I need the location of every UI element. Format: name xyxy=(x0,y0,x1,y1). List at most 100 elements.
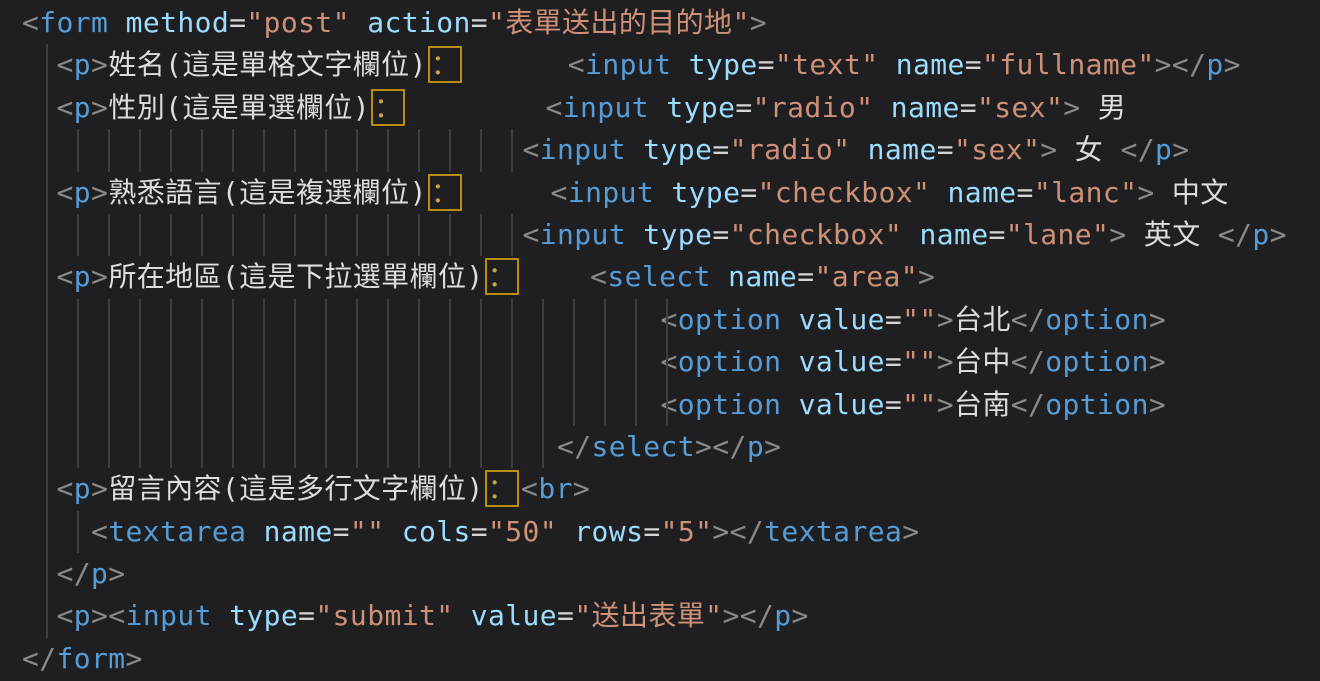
code-token: 中文 xyxy=(1155,176,1229,209)
unicode-highlight-box: ： xyxy=(485,470,519,507)
code-token: p xyxy=(74,91,91,124)
code-token: = xyxy=(229,6,246,39)
code-token: < xyxy=(590,260,607,293)
code-token: = xyxy=(960,91,977,124)
code-token xyxy=(22,260,57,293)
code-token: < xyxy=(57,260,74,293)
code-token xyxy=(781,303,798,336)
code-token: </ xyxy=(22,642,57,675)
code-token: "50" xyxy=(488,515,557,548)
code-token xyxy=(878,48,895,81)
code-token: = xyxy=(712,133,729,166)
code-token: > xyxy=(1109,218,1126,251)
code-token: "area" xyxy=(814,260,918,293)
code-token xyxy=(108,6,125,39)
code-line[interactable]: </select></p> xyxy=(22,426,1320,468)
code-token: > xyxy=(108,557,125,590)
code-token: > xyxy=(750,6,767,39)
code-token: type xyxy=(229,599,298,632)
code-token: 性別(這是單選欄位) xyxy=(108,91,370,124)
code-token: > xyxy=(91,48,108,81)
code-token xyxy=(22,388,661,421)
code-token: = xyxy=(965,48,982,81)
code-token: < xyxy=(568,48,585,81)
code-token: p xyxy=(1252,218,1269,251)
code-token: option xyxy=(678,345,782,378)
code-token: </ xyxy=(1011,388,1046,421)
code-line[interactable]: <p>性別(這是單選欄位)： <input type="radio" name=… xyxy=(22,87,1320,129)
unicode-highlight-box: ： xyxy=(428,174,462,211)
code-token xyxy=(626,133,643,166)
code-token: "" xyxy=(902,345,937,378)
code-token: = xyxy=(333,515,350,548)
code-token: 男 xyxy=(1081,91,1127,124)
code-token: </ xyxy=(1011,303,1046,336)
code-token: </ xyxy=(1218,218,1253,251)
code-line[interactable]: <option value="">台南</option> xyxy=(22,384,1320,426)
code-token xyxy=(521,260,590,293)
code-token xyxy=(930,176,947,209)
code-token: </ xyxy=(557,430,592,463)
code-token: >< xyxy=(91,599,126,632)
code-token: option xyxy=(1045,303,1149,336)
code-line[interactable]: <form method="post" action="表單送出的目的地"> xyxy=(22,2,1320,44)
code-token xyxy=(22,345,661,378)
code-token: 女 xyxy=(1058,133,1121,166)
code-token xyxy=(22,599,57,632)
code-editor[interactable]: <form method="post" action="表單送出的目的地"> <… xyxy=(0,0,1320,681)
code-line[interactable]: <textarea name="" cols="50" rows="5"></t… xyxy=(22,511,1320,553)
code-token xyxy=(22,472,57,505)
code-token: p xyxy=(747,430,764,463)
code-token: "post" xyxy=(246,6,350,39)
code-token: </ xyxy=(1011,345,1046,378)
code-token: "sex" xyxy=(977,91,1063,124)
code-line[interactable]: <p><input type="submit" value="送出表單"></p… xyxy=(22,595,1320,637)
code-token xyxy=(671,48,688,81)
code-token: = xyxy=(937,133,954,166)
code-token: "lane" xyxy=(1006,218,1110,251)
code-token: type xyxy=(666,91,735,124)
code-token: < xyxy=(57,599,74,632)
code-token: p xyxy=(74,176,91,209)
code-token: action xyxy=(367,6,471,39)
code-token: select xyxy=(607,260,711,293)
code-token: ></ xyxy=(695,430,747,463)
code-line[interactable]: <p>留言內容(這是多行文字欄位)：<br> xyxy=(22,468,1320,510)
code-line[interactable]: <option value="">台北</option> xyxy=(22,299,1320,341)
code-token xyxy=(22,133,522,166)
code-token xyxy=(22,176,57,209)
code-token: > xyxy=(918,260,935,293)
code-token: 熟悉語言(這是複選欄位) xyxy=(108,176,427,209)
code-token: < xyxy=(522,218,539,251)
code-token: option xyxy=(678,388,782,421)
code-token: "submit" xyxy=(315,599,453,632)
code-token: type xyxy=(643,218,712,251)
code-token: < xyxy=(521,472,538,505)
code-token: name xyxy=(868,133,937,166)
code-line[interactable]: </form> xyxy=(22,638,1320,680)
code-token xyxy=(649,91,666,124)
code-token: > xyxy=(1149,388,1166,421)
code-token xyxy=(22,48,57,81)
code-token: > xyxy=(1040,133,1057,166)
code-line[interactable]: <p>姓名(這是單格文字欄位)： <input type="text" name… xyxy=(22,44,1320,86)
code-token xyxy=(902,218,919,251)
code-line[interactable]: <input type="radio" name="sex"> 女 </p> xyxy=(22,129,1320,171)
code-token: ></ xyxy=(1155,48,1207,81)
code-token xyxy=(781,345,798,378)
code-token: p xyxy=(74,599,91,632)
code-line[interactable]: <option value="">台中</option> xyxy=(22,341,1320,383)
code-line[interactable]: <p>熟悉語言(這是複選欄位)： <input type="checkbox" … xyxy=(22,172,1320,214)
code-token: "送出表單" xyxy=(574,599,722,632)
code-line[interactable]: <input type="checkbox" name="lane"> 英文 <… xyxy=(22,214,1320,256)
code-token: </ xyxy=(1120,133,1155,166)
code-token: ></ xyxy=(712,515,764,548)
code-line[interactable]: <p>所在地區(這是下拉選單欄位)： <select name="area"> xyxy=(22,256,1320,298)
code-token: = xyxy=(885,303,902,336)
code-token xyxy=(22,430,557,463)
code-token: "checkbox" xyxy=(730,218,903,251)
code-line[interactable]: </p> xyxy=(22,553,1320,595)
code-token: = xyxy=(797,260,814,293)
code-token: "radio" xyxy=(730,133,851,166)
code-token: > xyxy=(1270,218,1287,251)
